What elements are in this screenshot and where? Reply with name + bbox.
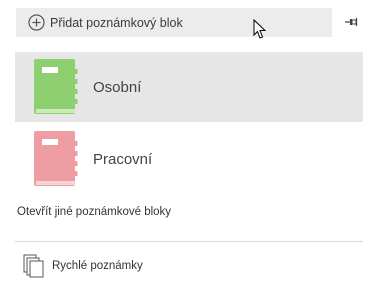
notebook-name: Pracovní bbox=[93, 150, 153, 168]
mouse-cursor-icon bbox=[253, 19, 267, 39]
quick-notes-icon bbox=[23, 254, 44, 278]
divider bbox=[15, 241, 363, 242]
quick-notes-item[interactable]: Rychlé poznámky bbox=[22, 253, 143, 279]
notebook-item-pracovni[interactable]: Pracovní bbox=[15, 124, 363, 194]
notebook-item-osobni[interactable]: Osobní bbox=[15, 52, 363, 122]
quick-notes-label: Rychlé poznámky bbox=[52, 260, 143, 272]
pin-icon[interactable] bbox=[344, 15, 358, 29]
plus-circle-icon bbox=[28, 14, 45, 31]
open-other-notebooks-link[interactable]: Otevřít jiné poznámkové bloky bbox=[17, 206, 171, 218]
notebook-pink-icon bbox=[34, 131, 78, 186]
add-notebook-label: Přidat poznámkový blok bbox=[50, 15, 183, 30]
add-notebook-button[interactable]: Přidat poznámkový blok bbox=[16, 8, 332, 37]
notebook-name: Osobní bbox=[93, 78, 142, 96]
notebook-green-icon bbox=[34, 59, 78, 114]
